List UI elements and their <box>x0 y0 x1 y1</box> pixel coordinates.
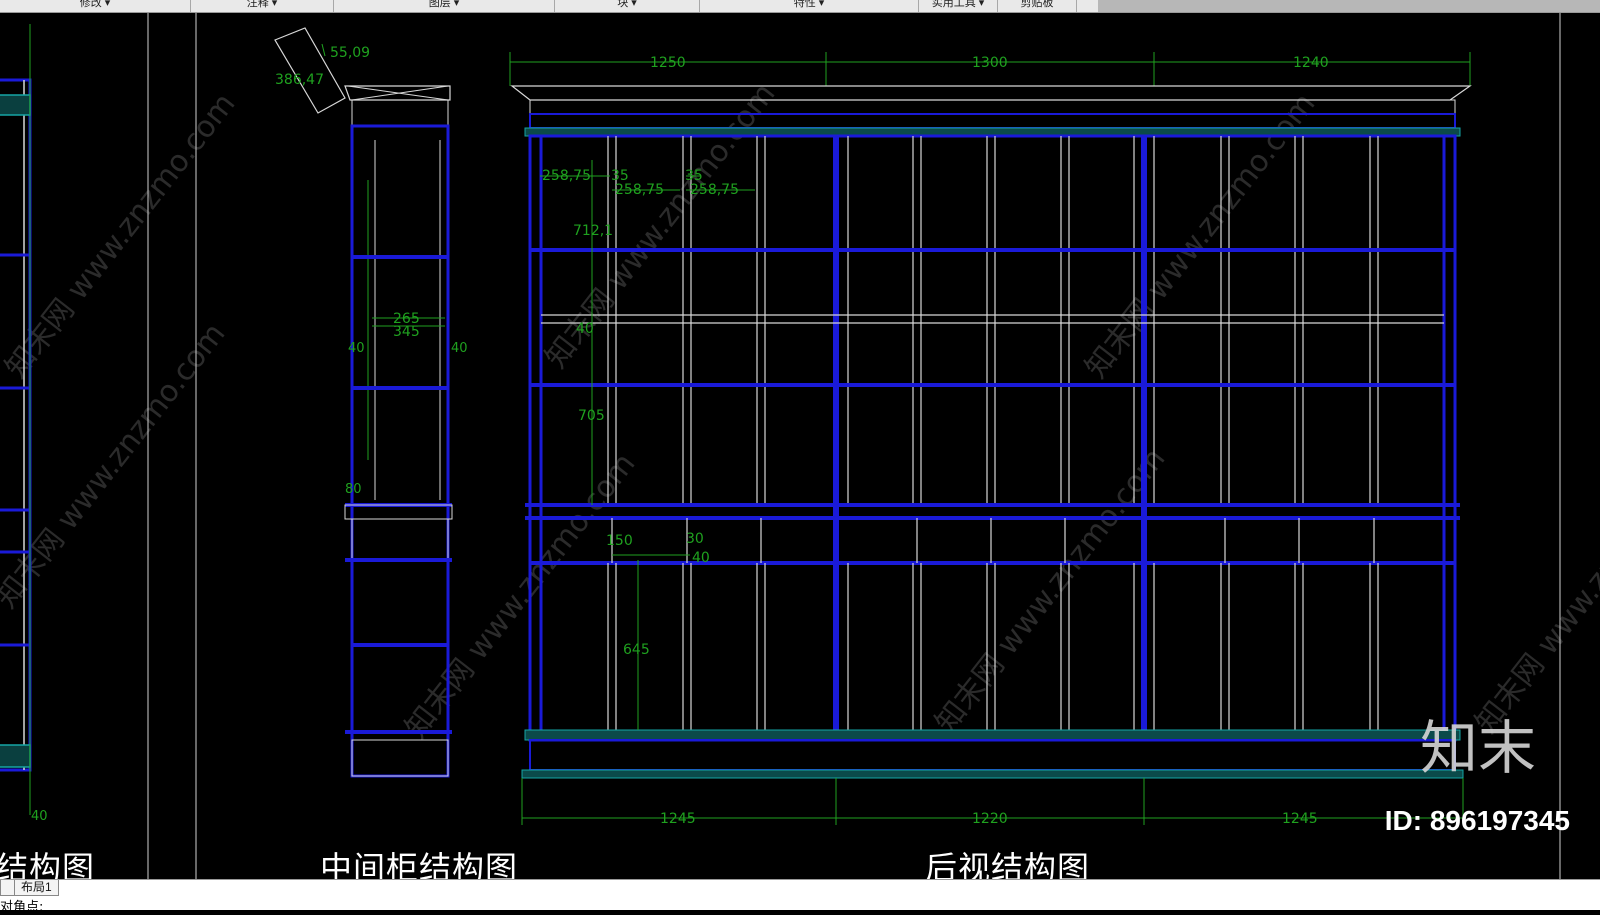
dim-text: 150 <box>606 533 633 549</box>
dim-text: 40 <box>576 321 594 337</box>
left-cabinet-partial: 40 <box>0 24 48 824</box>
dim-text: 345 <box>393 324 420 340</box>
dim-text: 1245 <box>1282 811 1318 827</box>
ribbon-panel-layers[interactable]: 图层 ▾ <box>334 0 555 12</box>
dim-text: 55,09 <box>330 45 370 61</box>
drawing-canvas[interactable]: 知末网 www.znzmo.com 知末网 www.znzmo.com 知末网 … <box>0 13 1600 887</box>
watermark-text: 知末网 www.znzmo.com <box>399 447 643 745</box>
tab-layout1[interactable]: 布局1 <box>14 880 59 896</box>
dim-text: 1245 <box>660 811 696 827</box>
dim-text: 1250 <box>650 55 686 71</box>
rear-view-cabinet: 1250 1300 1240 258,75 35 35 258,75 258,7… <box>509 52 1472 827</box>
ribbon-panel-annotate[interactable]: 注释 ▾ <box>191 0 334 12</box>
dim-text: 258,75 <box>615 182 664 198</box>
dim-text: 40 <box>451 341 468 356</box>
ribbon-panel-properties[interactable]: 特性 ▾ <box>700 0 919 12</box>
dim-text: 258,75 <box>690 182 739 198</box>
ribbon-panel-clipboard[interactable]: 剪贴板 <box>998 0 1077 12</box>
cad-drawing: 知末网 www.znzmo.com 知末网 www.znzmo.com 知末网 … <box>0 13 1600 879</box>
middle-cabinet-section: 55,09 386,47 265 345 40 40 80 <box>274 27 468 778</box>
ribbon-toolbar: 修改 ▾ 注释 ▾ 图层 ▾ 块 ▾ 特性 ▾ 实用工具 ▾ 剪贴板 <box>0 0 1600 13</box>
ribbon-empty-area <box>1098 0 1600 12</box>
dim-text: 258,75 <box>542 168 591 184</box>
dim-text: 645 <box>623 642 650 658</box>
watermark-id: ID: 896197345 <box>1384 805 1570 836</box>
watermark-group: 知末网 www.znzmo.com 知末网 www.znzmo.com 知末网 … <box>0 77 1600 745</box>
dim-text: 40 <box>348 341 365 356</box>
dim-text: 80 <box>345 482 362 497</box>
ribbon-panel-block[interactable]: 块 ▾ <box>555 0 700 12</box>
command-line[interactable]: 对角点: <box>0 896 43 915</box>
dim-text: 1240 <box>1293 55 1329 71</box>
ribbon-panel-utilities[interactable]: 实用工具 ▾ <box>919 0 998 12</box>
dim-text: 1300 <box>972 55 1008 71</box>
watermark-logo: 知末 <box>1419 714 1536 782</box>
status-bar: 布局1 对角点: <box>0 879 1600 915</box>
ribbon-panel-modify[interactable]: 修改 ▾ <box>0 0 191 12</box>
dim-text: 40 <box>31 809 48 824</box>
dim-text: 1220 <box>972 811 1008 827</box>
watermark-text: 知末网 www.znzmo.com <box>1469 442 1600 740</box>
dim-text: 30 <box>686 531 704 547</box>
dim-text: 712,1 <box>573 223 613 239</box>
watermark-text: 知末网 www.znzmo.com <box>929 442 1173 740</box>
dim-text: 386,47 <box>275 72 324 88</box>
dim-text: 40 <box>692 550 710 566</box>
dim-text: 705 <box>578 408 605 424</box>
